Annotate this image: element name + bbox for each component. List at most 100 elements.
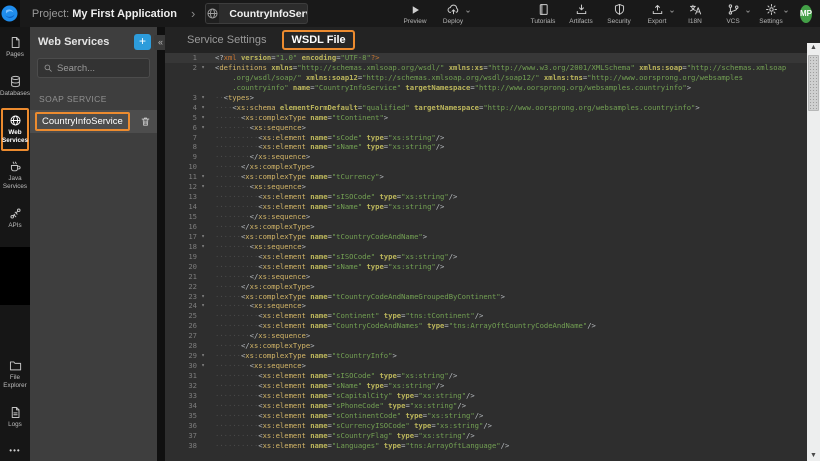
code-line[interactable]: 1<?xml version="1.0" encoding="UTF-8"?> xyxy=(165,53,820,63)
project-name[interactable]: My First Application xyxy=(72,8,177,20)
fold-toggle-icon[interactable]: ▾ xyxy=(197,123,209,133)
code-line[interactable]: 36··········<xs:element name="sCurrencyI… xyxy=(165,421,820,431)
service-list-item[interactable]: CountryInfoService xyxy=(30,110,157,133)
more-options-icon[interactable]: ••• xyxy=(9,440,20,461)
code-line[interactable]: 24▾········<xs:sequence> xyxy=(165,301,820,311)
code-line[interactable]: 35··········<xs:element name="sContinent… xyxy=(165,411,820,421)
code-line[interactable]: 8··········<xs:element name="sName" type… xyxy=(165,142,820,152)
preview-button[interactable]: Preview xyxy=(396,3,434,25)
code-line[interactable]: .countryinfo" name="CountryInfoService" … xyxy=(165,83,820,93)
fold-toggle-icon[interactable]: ▾ xyxy=(197,242,209,252)
sidebar-item-file-explorer[interactable]: FileExplorer xyxy=(1,353,29,397)
code-line[interactable]: 28······</xs:complexType> xyxy=(165,341,820,351)
code-line[interactable]: 10······</xs:complexType> xyxy=(165,162,820,172)
scrollbar-thumb[interactable] xyxy=(808,55,819,111)
caret-down-icon[interactable] xyxy=(783,9,789,14)
fold-toggle-icon[interactable]: ▾ xyxy=(197,103,209,113)
fold-toggle-icon[interactable]: ▾ xyxy=(197,292,209,302)
code-line[interactable]: 34··········<xs:element name="sPhoneCode… xyxy=(165,401,820,411)
code-line[interactable]: 6▾········<xs:sequence> xyxy=(165,123,820,133)
code-line[interactable]: 16······</xs:complexType> xyxy=(165,222,820,232)
vertical-scrollbar[interactable]: ▲ ▼ xyxy=(807,43,820,461)
code-text: ··········<xs:element name="sName" type=… xyxy=(209,142,820,152)
sidebar-item-databases[interactable]: Databases xyxy=(1,69,29,105)
tutorials-button[interactable]: Tutorials xyxy=(524,3,562,25)
code-line[interactable]: 3▾··<types> xyxy=(165,93,820,103)
fold-toggle-icon[interactable]: ▾ xyxy=(197,172,209,182)
code-line[interactable]: 9········</xs:sequence> xyxy=(165,152,820,162)
code-line[interactable]: 29▾······<xs:complexType name="tCountryI… xyxy=(165,351,820,361)
code-line[interactable]: 25··········<xs:element name="Continent"… xyxy=(165,311,820,321)
delete-service-icon[interactable] xyxy=(140,116,151,127)
code-line[interactable]: 13··········<xs:element name="sISOCode" … xyxy=(165,192,820,202)
deploy-button[interactable]: Deploy xyxy=(434,3,472,25)
code-line[interactable]: 38··········<xs:element name="Languages"… xyxy=(165,441,820,451)
line-number: 1 xyxy=(165,53,197,63)
settings-button[interactable]: Settings xyxy=(752,3,790,25)
sidebar-item-apis[interactable]: APIs xyxy=(1,201,29,237)
code-line[interactable]: 33··········<xs:element name="sCapitalCi… xyxy=(165,391,820,401)
caret-down-icon[interactable] xyxy=(669,9,675,14)
line-number: 17 xyxy=(165,232,197,242)
code-text: ········<xs:sequence> xyxy=(209,301,820,311)
tab-service-settings[interactable]: Service Settings xyxy=(187,34,266,46)
search-box[interactable] xyxy=(37,58,150,78)
fold-gutter xyxy=(197,252,209,262)
fold-gutter xyxy=(197,311,209,321)
fold-toggle-icon[interactable]: ▾ xyxy=(197,93,209,103)
avatar[interactable]: MP xyxy=(800,5,812,23)
code-line[interactable]: .org/wsdl/soap/" xmlns:soap12="http://sc… xyxy=(165,73,820,83)
add-service-button[interactable]: + xyxy=(134,34,151,50)
fold-toggle-icon[interactable]: ▾ xyxy=(197,232,209,242)
app-logo[interactable] xyxy=(0,0,20,27)
code-line[interactable]: 5▾······<xs:complexType name="tContinent… xyxy=(165,113,820,123)
code-line[interactable]: 12▾········<xs:sequence> xyxy=(165,182,820,192)
code-line[interactable]: 23▾······<xs:complexType name="tCountryC… xyxy=(165,292,820,302)
sidebar-item-java-services[interactable]: JavaServices xyxy=(1,154,29,198)
code-line[interactable]: 31··········<xs:element name="sISOCode" … xyxy=(165,371,820,381)
code-line[interactable]: 14··········<xs:element name="sName" typ… xyxy=(165,202,820,212)
code-line[interactable]: 27········</xs:sequence> xyxy=(165,331,820,341)
code-line[interactable]: 4▾····<xs:schema elementFormDefault="qua… xyxy=(165,103,820,113)
fold-toggle-icon[interactable]: ▾ xyxy=(197,113,209,123)
code-line[interactable]: 15········</xs:sequence> xyxy=(165,212,820,222)
code-line[interactable]: 19··········<xs:element name="sISOCode" … xyxy=(165,252,820,262)
code-line[interactable]: 21········</xs:sequence> xyxy=(165,272,820,282)
service-item-label[interactable]: CountryInfoService xyxy=(35,112,130,131)
line-number: 33 xyxy=(165,391,197,401)
code-line[interactable]: 2▾<definitions xmlns="http://schemas.xml… xyxy=(165,63,820,73)
search-input[interactable] xyxy=(57,63,144,74)
code-line[interactable]: 11▾······<xs:complexType name="tCurrency… xyxy=(165,172,820,182)
i18n-button[interactable]: I18N xyxy=(676,3,714,25)
artifacts-button[interactable]: Artifacts xyxy=(562,3,600,25)
sidebar-item-web-services[interactable]: WebServices xyxy=(1,108,29,152)
caret-down-icon[interactable] xyxy=(745,9,751,14)
code-line[interactable]: 26··········<xs:element name="CountryCod… xyxy=(165,321,820,331)
code-line[interactable]: 37··········<xs:element name="sCountryFl… xyxy=(165,431,820,441)
code-line[interactable]: 22······</xs:complexType> xyxy=(165,282,820,292)
action-label: VCS xyxy=(726,18,739,25)
code-text: ······</xs:complexType> xyxy=(209,162,820,172)
scroll-up-icon[interactable]: ▲ xyxy=(810,43,817,53)
code-line[interactable]: 30▾········<xs:sequence> xyxy=(165,361,820,371)
fold-toggle-icon[interactable]: ▾ xyxy=(197,301,209,311)
fold-toggle-icon[interactable]: ▾ xyxy=(197,351,209,361)
code-line[interactable]: 18▾········<xs:sequence> xyxy=(165,242,820,252)
fold-toggle-icon[interactable]: ▾ xyxy=(197,182,209,192)
code-line[interactable]: 20··········<xs:element name="sName" typ… xyxy=(165,262,820,272)
vcs-button[interactable]: VCS xyxy=(714,3,752,25)
security-button[interactable]: Security xyxy=(600,3,638,25)
service-tab[interactable]: CountryInfoService xyxy=(205,3,308,24)
code-line[interactable]: 17▾······<xs:complexType name="tCountryC… xyxy=(165,232,820,242)
fold-toggle-icon[interactable]: ▾ xyxy=(197,361,209,371)
sidebar-item-logs[interactable]: Logs xyxy=(1,400,29,436)
code-line[interactable]: 7··········<xs:element name="sCode" type… xyxy=(165,133,820,143)
code-line[interactable]: 32··········<xs:element name="sName" typ… xyxy=(165,381,820,391)
export-button[interactable]: Export xyxy=(638,3,676,25)
caret-down-icon[interactable] xyxy=(465,9,471,14)
fold-toggle-icon[interactable]: ▾ xyxy=(197,63,209,73)
wsdl-code-editor[interactable]: 1<?xml version="1.0" encoding="UTF-8"?>2… xyxy=(165,53,820,461)
sidebar-item-pages[interactable]: Pages xyxy=(1,30,29,66)
tab-wsdl-file[interactable]: WSDL File xyxy=(282,30,354,50)
scroll-down-icon[interactable]: ▼ xyxy=(810,451,817,461)
